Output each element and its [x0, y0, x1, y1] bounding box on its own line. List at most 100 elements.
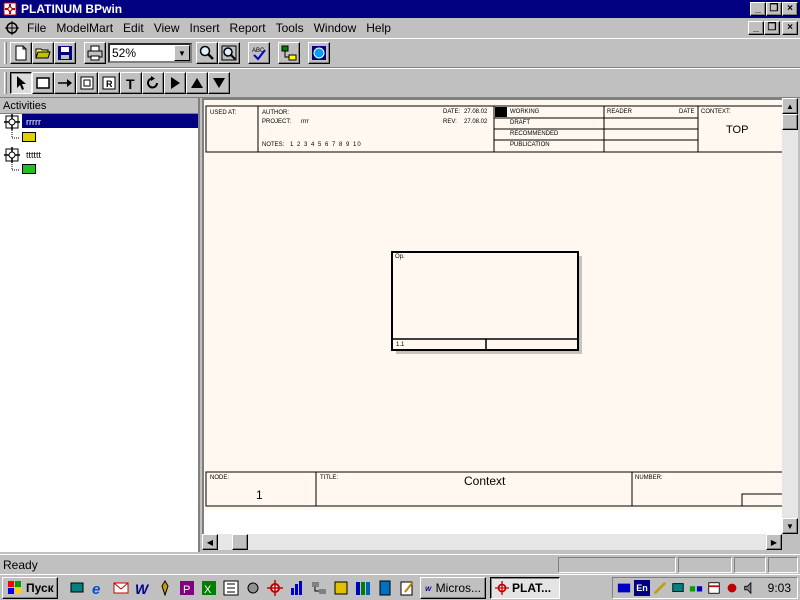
scroll-thumb[interactable] [232, 534, 248, 550]
scheduler-icon[interactable] [706, 580, 722, 596]
excel-icon[interactable]: X [200, 579, 218, 597]
task-bpwin[interactable]: PLAT... [490, 576, 560, 599]
minimize-button[interactable]: _ [750, 2, 766, 16]
activity-name[interactable]: Op. [395, 254, 405, 260]
arrow-tool[interactable] [54, 72, 76, 94]
word-icon[interactable]: W [134, 579, 152, 597]
activity-node-icon [4, 114, 20, 130]
clock[interactable]: 9:03 [768, 581, 797, 595]
doc-minimize-button[interactable]: _ [748, 21, 764, 35]
diagram-green-icon[interactable] [22, 164, 36, 174]
pointer-tool[interactable] [10, 72, 32, 94]
status-panel [768, 556, 798, 573]
go-down-button[interactable] [208, 72, 230, 94]
restore-button[interactable]: ❐ [766, 2, 782, 16]
toolbar-grip[interactable] [4, 72, 7, 94]
scroll-thumb[interactable] [782, 114, 798, 130]
scroll-left-icon[interactable]: ◀ [202, 534, 218, 550]
text-tool[interactable]: T [120, 72, 142, 94]
volume-icon[interactable] [742, 580, 758, 596]
scroll-right-icon[interactable]: ▶ [766, 534, 782, 550]
display-icon[interactable] [670, 580, 686, 596]
diagram-canvas[interactable]: USED AT: AUTHOR: PROJECT: rrrr NOTES: 1 … [202, 98, 782, 534]
go-to-child-button[interactable] [164, 72, 186, 94]
access-icon[interactable] [222, 579, 240, 597]
close-button[interactable]: × [782, 2, 798, 16]
internet-explorer-icon[interactable]: e [90, 579, 108, 597]
menu-window[interactable]: Window [309, 21, 362, 35]
squiggle-tool[interactable] [76, 72, 98, 94]
open-button[interactable] [32, 42, 54, 64]
puzzle-icon[interactable] [332, 579, 350, 597]
vertical-scrollbar[interactable]: ▲ ▼ [782, 98, 798, 534]
tray-apps-icon[interactable] [616, 580, 632, 596]
desktop-icon[interactable] [68, 579, 86, 597]
chart-icon[interactable] [288, 579, 306, 597]
taskbar: Пуск e W P X W Micros... PLAT... En 9:03 [0, 574, 800, 600]
activity-box-tool[interactable] [32, 72, 54, 94]
horizontal-scrollbar[interactable]: ◀ ▶ [202, 534, 782, 550]
undo-tool[interactable] [142, 72, 164, 94]
menu-modelmart[interactable]: ModelMart [51, 21, 118, 35]
save-button[interactable] [54, 42, 76, 64]
notepad-icon[interactable] [398, 579, 416, 597]
number-label: NUMBER: [635, 475, 663, 481]
svg-text:W: W [425, 585, 432, 592]
word-icon: W [425, 585, 432, 592]
scroll-down-icon[interactable]: ▼ [782, 518, 798, 534]
task-label: PLAT... [512, 580, 552, 595]
network-icon[interactable] [310, 579, 328, 597]
antivirus-icon[interactable] [724, 580, 740, 596]
tree-selection-highlight [22, 114, 198, 128]
go-to-parent-button[interactable] [186, 72, 208, 94]
powerpoint-icon[interactable]: P [178, 579, 196, 597]
doc-close-button[interactable]: × [782, 21, 798, 35]
menu-edit[interactable]: Edit [118, 21, 149, 35]
triangle-down-icon [213, 78, 225, 88]
drawing-toolbar: R T [0, 68, 800, 98]
author-label: AUTHOR: [262, 110, 289, 116]
wizard-icon[interactable] [156, 579, 174, 597]
print-button[interactable] [84, 42, 106, 64]
status-panel [558, 556, 676, 573]
start-button[interactable]: Пуск [2, 576, 58, 599]
used-at-label: USED AT: [210, 110, 237, 116]
model-explorer-button[interactable] [278, 42, 300, 64]
toolbar-grip[interactable] [4, 42, 7, 64]
task-word[interactable]: W Micros... [420, 576, 486, 599]
language-indicator[interactable]: En [634, 580, 650, 596]
scroll-up-icon[interactable]: ▲ [782, 98, 798, 114]
menu-file[interactable]: File [22, 21, 51, 35]
menu-report[interactable]: Report [225, 21, 271, 35]
outlook-icon[interactable] [112, 579, 130, 597]
menu-tools[interactable]: Tools [271, 21, 309, 35]
menu-help[interactable]: Help [361, 21, 396, 35]
spelling-button[interactable]: ABC [248, 42, 270, 64]
tree-item-tttttt[interactable]: tttttt [4, 147, 43, 163]
server-icon[interactable] [376, 579, 394, 597]
status-panel [734, 556, 766, 573]
tools-icon[interactable] [244, 579, 262, 597]
menu-view[interactable]: View [149, 21, 185, 35]
diagram-yellow-icon[interactable] [22, 132, 36, 142]
zoom-select[interactable]: 52% ▼ [108, 43, 192, 63]
document-icon[interactable] [4, 20, 20, 36]
tree-item-rrrrr[interactable]: rrrrr [4, 114, 43, 130]
pen-icon[interactable] [652, 580, 668, 596]
tree-item-label: tttttt [26, 150, 42, 160]
menu-insert[interactable]: Insert [185, 21, 225, 35]
reference-tool[interactable]: R [98, 72, 120, 94]
modelmart-button[interactable] [308, 42, 330, 64]
zoom-page-icon [221, 45, 237, 61]
status-bar: Ready [0, 554, 800, 574]
new-button[interactable] [10, 42, 32, 64]
standard-toolbar: 52% ▼ ABC [0, 38, 800, 68]
zoom-fit-button[interactable] [218, 42, 240, 64]
zoom-in-button[interactable] [196, 42, 218, 64]
network-tray-icon[interactable] [688, 580, 704, 596]
chevron-down-icon[interactable]: ▼ [174, 45, 190, 61]
doc-restore-button[interactable]: ❐ [764, 21, 780, 35]
context-label: CONTEXT: [701, 109, 731, 115]
books-icon[interactable] [354, 579, 372, 597]
bpwin-icon[interactable] [266, 579, 284, 597]
